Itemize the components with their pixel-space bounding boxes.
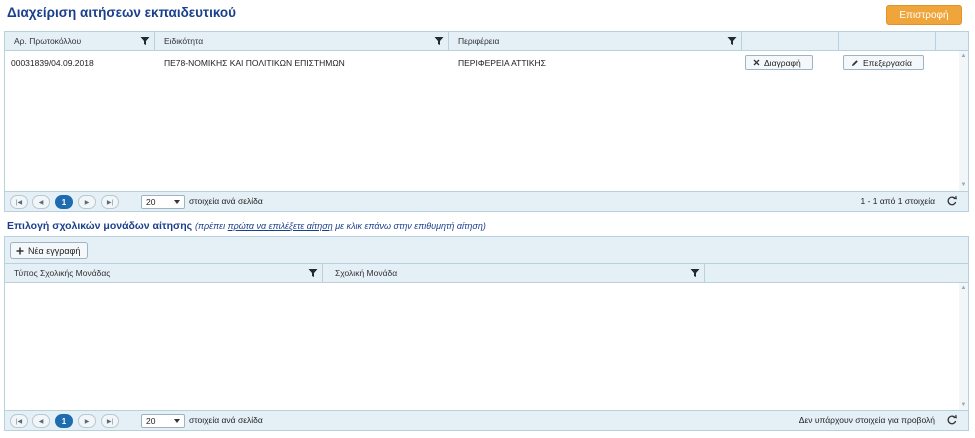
pager: |◀ ◀ 1 ▶ ▶| 20 στοιχεία ανά σελίδα Δεν υ… [5, 410, 968, 430]
column-header-region[interactable]: Περιφέρεια [449, 32, 742, 50]
grid-header: Τύπος Σχολικής Μονάδας Σχολική Μονάδα [5, 264, 968, 283]
grid-toolbar: Νέα εγγραφή [5, 237, 968, 264]
section-note: (πρέπει πρώτα να επιλέξετε αίτηση με κλι… [194, 221, 486, 231]
last-page-icon[interactable]: ▶| [101, 414, 119, 428]
pager-info: Δεν υπάρχουν στοιχεία για προβολή [798, 415, 935, 425]
cell-specialty: ΠΕ78-ΝΟΜΙΚΗΣ ΚΑΙ ΠΟΛΙΤΙΚΩΝ ΕΠΙΣΤΗΜΩΝ [164, 58, 345, 68]
per-page-label: στοιχεία ανά σελίδα [189, 415, 263, 425]
column-label: Σχολική Μονάδα [335, 268, 398, 278]
filter-icon[interactable] [140, 36, 150, 46]
pager-info: 1 - 1 από 1 στοιχεία [860, 196, 935, 206]
scroll-up-icon[interactable]: ▲ [960, 53, 967, 60]
column-header-edit [839, 32, 936, 50]
prev-page-icon[interactable]: ◀ [32, 414, 50, 428]
back-button[interactable]: Επιστροφή [886, 5, 962, 25]
next-page-icon[interactable]: ▶ [78, 414, 96, 428]
filter-icon[interactable] [308, 268, 318, 278]
filter-icon[interactable] [727, 36, 737, 46]
prev-page-icon[interactable]: ◀ [32, 195, 50, 209]
column-label: Αρ. Πρωτοκόλλου [14, 36, 82, 46]
cell-protocol: 00031839/04.09.2018 [11, 58, 94, 68]
section-title: Επιλογή σχολικών μονάδων αίτησης (πρέπει… [7, 220, 486, 232]
column-label: Τύπος Σχολικής Μονάδας [14, 268, 111, 278]
page-size-select[interactable]: 20 [141, 195, 185, 209]
close-icon [753, 59, 760, 66]
table-row[interactable]: 00031839/04.09.2018 ΠΕ78-ΝΟΜΙΚΗΣ ΚΑΙ ΠΟΛ… [5, 51, 965, 75]
column-label: Περιφέρεια [458, 36, 500, 46]
pencil-icon [852, 59, 858, 66]
column-header-specialty[interactable]: Ειδικότητα [155, 32, 449, 50]
vertical-scrollbar[interactable]: ▲ ▼ [959, 283, 968, 411]
select-application-link[interactable]: πρώτα να επιλέξετε αίτηση [228, 221, 333, 231]
page-title: Διαχείριση αιτήσεων εκπαιδευτικού [7, 5, 236, 20]
chevron-down-icon [174, 200, 180, 204]
grid-header: Αρ. Πρωτοκόλλου Ειδικότητα Περιφέρεια [5, 32, 968, 51]
applications-grid: Αρ. Πρωτοκόλλου Ειδικότητα Περιφέρεια 00… [4, 31, 969, 212]
scroll-down-icon[interactable]: ▼ [960, 402, 967, 409]
per-page-label: στοιχεία ανά σελίδα [189, 196, 263, 206]
first-page-icon[interactable]: |◀ [10, 414, 28, 428]
column-header-school-type[interactable]: Τύπος Σχολικής Μονάδας [5, 264, 323, 282]
cell-region: ΠΕΡΙΦΕΡΕΙΑ ΑΤΤΙΚΗΣ [458, 58, 546, 68]
filter-icon[interactable] [434, 36, 444, 46]
refresh-icon[interactable] [946, 414, 958, 426]
page-size-select[interactable]: 20 [141, 414, 185, 428]
next-page-icon[interactable]: ▶ [78, 195, 96, 209]
delete-button[interactable]: Διαγραφή [745, 55, 813, 70]
page-number[interactable]: 1 [55, 195, 73, 209]
chevron-down-icon [174, 419, 180, 423]
last-page-icon[interactable]: ▶| [101, 195, 119, 209]
scroll-up-icon[interactable]: ▲ [960, 285, 967, 292]
page-number[interactable]: 1 [55, 414, 73, 428]
filter-icon[interactable] [690, 268, 700, 278]
column-label: Ειδικότητα [164, 36, 204, 46]
school-units-grid: Νέα εγγραφή Τύπος Σχολικής Μονάδας Σχολι… [4, 236, 969, 431]
column-header-school-unit[interactable]: Σχολική Μονάδα [323, 264, 705, 282]
refresh-icon[interactable] [946, 195, 958, 207]
vertical-scrollbar[interactable]: ▲ ▼ [959, 51, 968, 191]
edit-button[interactable]: Επεξεργασία [843, 55, 924, 70]
column-header-protocol[interactable]: Αρ. Πρωτοκόλλου [5, 32, 155, 50]
new-record-button[interactable]: Νέα εγγραφή [10, 242, 89, 259]
first-page-icon[interactable]: |◀ [10, 195, 28, 209]
scroll-down-icon[interactable]: ▼ [960, 182, 967, 189]
column-header-actions [705, 264, 968, 282]
pager: |◀ ◀ 1 ▶ ▶| 20 στοιχεία ανά σελίδα 1 - 1… [5, 191, 968, 211]
plus-icon [16, 247, 24, 254]
column-header-delete [742, 32, 839, 50]
